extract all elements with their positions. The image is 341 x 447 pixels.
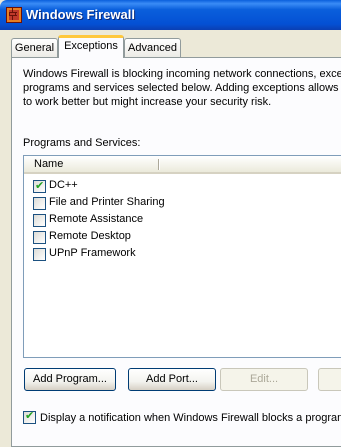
checkbox-upnp-framework[interactable] <box>33 248 46 261</box>
list-item-label: Remote Desktop <box>49 230 131 242</box>
description-text: Windows Firewall is blocking incoming ne… <box>23 67 341 109</box>
notification-checkbox[interactable] <box>23 409 36 424</box>
tab-general[interactable]: General <box>11 38 58 57</box>
list-item-label: UPnP Framework <box>49 247 136 259</box>
list-header: Name <box>24 156 341 174</box>
checkbox-file-printer-sharing[interactable] <box>33 197 46 210</box>
notification-label[interactable]: Display a notification when Windows Fire… <box>40 411 341 426</box>
description-line: programs and services selected below. Ad… <box>23 82 341 94</box>
list-item-label: Remote Assistance <box>49 213 144 225</box>
description-line: Windows Firewall is blocking incoming ne… <box>23 68 341 80</box>
description-line: to work better but might increase your s… <box>23 96 272 108</box>
column-header-name[interactable]: Name <box>24 156 158 172</box>
firewall-icon <box>6 7 22 23</box>
programs-label: Programs and Services: <box>23 137 141 149</box>
programs-list[interactable]: Name DC++ File and Printer Sharing Remot… <box>23 155 341 358</box>
checkbox-remote-assistance[interactable] <box>33 214 46 227</box>
checkbox-dcpp[interactable] <box>33 178 46 195</box>
window-title: Windows Firewall <box>26 7 135 22</box>
list-item-label: File and Printer Sharing <box>49 196 165 208</box>
add-port-button[interactable]: Add Port... <box>128 368 216 391</box>
tab-advanced[interactable]: Advanced <box>124 38 181 57</box>
title-bar[interactable]: Windows Firewall <box>0 0 341 30</box>
checkbox-remote-desktop[interactable] <box>33 231 46 244</box>
add-program-button[interactable]: Add Program... <box>24 368 116 391</box>
column-separator[interactable] <box>158 159 159 170</box>
tab-exceptions[interactable]: Exceptions <box>58 35 124 58</box>
delete-button[interactable] <box>318 368 341 391</box>
edit-button[interactable]: Edit... <box>220 368 308 391</box>
list-item-label: DC++ <box>49 179 78 191</box>
